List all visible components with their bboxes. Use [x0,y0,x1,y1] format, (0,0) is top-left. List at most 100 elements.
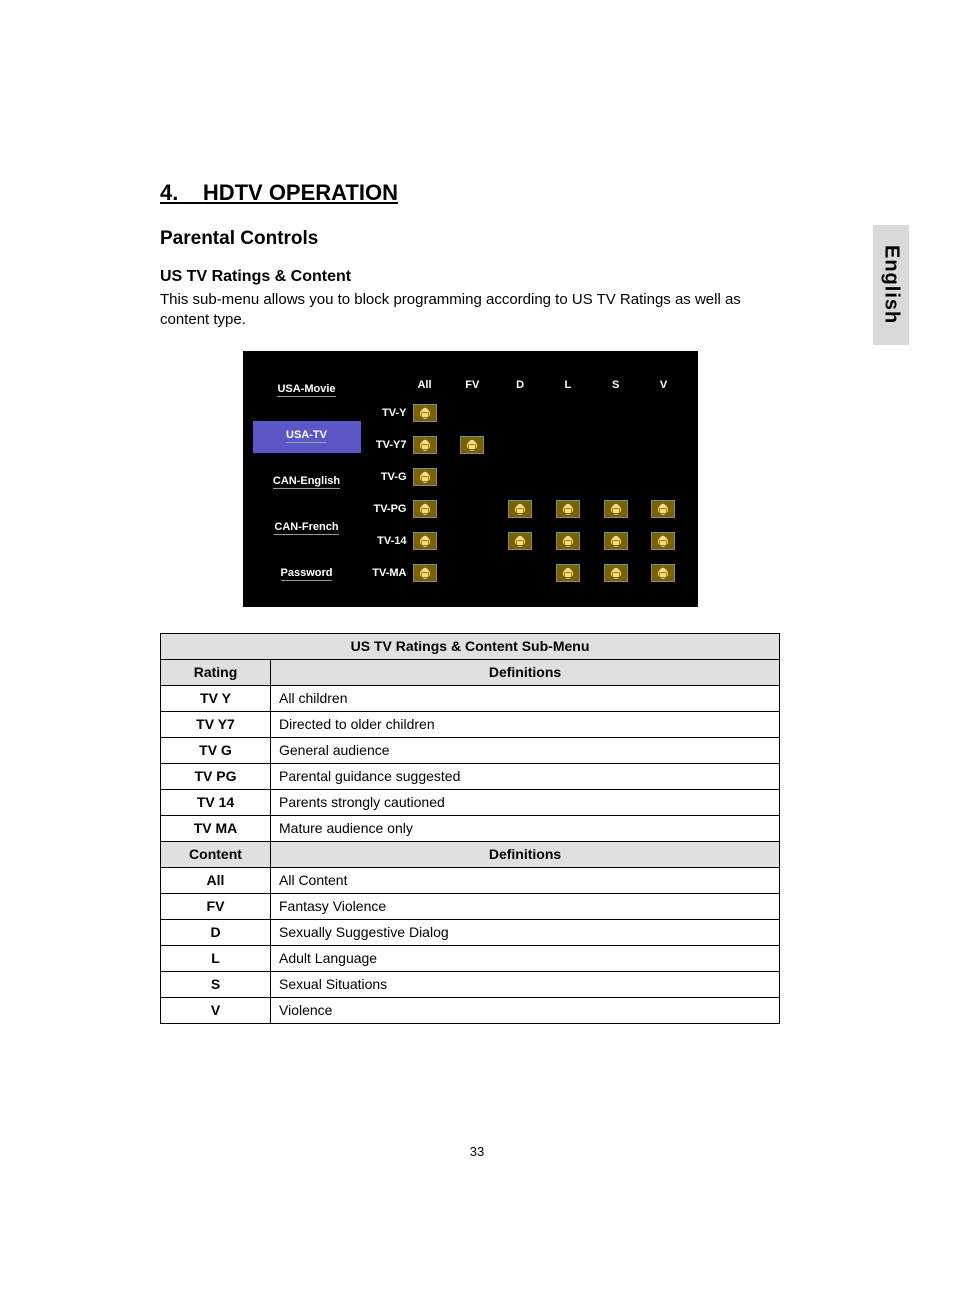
lock-icon [651,564,675,582]
empty-cell [508,436,532,454]
rating-code: TV G [161,737,271,763]
osd-sidebar-label: USA-TV [286,429,327,443]
lock-icon [604,564,628,582]
osd-col-header: All [413,379,437,391]
lock-icon [651,532,675,550]
rating-row: TV 14Parents strongly cautioned [161,789,780,815]
lock-icon [508,500,532,518]
osd-col-header: FV [460,379,484,391]
osd-grid-row: TV-14 [365,525,676,557]
osd-sidebar-item: USA-TV [253,421,361,453]
content-row: LAdult Language [161,945,780,971]
rating-code: TV PG [161,763,271,789]
content-code: FV [161,893,271,919]
osd-sidebar-item: CAN-French [253,513,361,545]
osd-sidebar-label: Password [281,567,333,581]
osd-sidebar-label: USA-Movie [277,383,335,397]
content-code: L [161,945,271,971]
def-col-header: Definitions [271,659,780,685]
lock-icon [604,500,628,518]
osd-col-header: D [508,379,532,391]
empty-cell [460,468,484,486]
section-title-text: HDTV OPERATION [203,180,398,205]
content-row: AllAll Content [161,867,780,893]
subsection-heading: Parental Controls [160,228,780,250]
content-def: Adult Language [271,945,780,971]
page-number: 33 [0,1144,954,1159]
topic-heading: US TV Ratings & Content [160,268,780,286]
rating-row: TV MAMature audience only [161,815,780,841]
empty-cell [508,564,532,582]
empty-cell [460,404,484,422]
content-row: VViolence [161,997,780,1023]
lock-icon [556,500,580,518]
osd-row-label: TV-G [365,471,413,483]
osd-sidebar: USA-Movie USA-TV CAN-English CAN-French Pass… [253,375,361,591]
empty-cell [556,468,580,486]
lock-icon [413,404,437,422]
empty-cell [604,404,628,422]
content-code: D [161,919,271,945]
rating-def: General audience [271,737,780,763]
lock-icon [556,532,580,550]
osd-grid-row: TV-Y [365,397,676,429]
content-col-header: Content [161,841,271,867]
osd-screenshot: USA-Movie USA-TV CAN-English CAN-French Pass… [243,351,698,607]
osd-row-label: TV-MA [365,567,413,579]
osd-row-label: TV-Y7 [365,439,413,451]
rating-row: TV YAll children [161,685,780,711]
osd-sidebar-item: USA-Movie [253,375,361,407]
rating-def: Parents strongly cautioned [271,789,780,815]
empty-cell [460,532,484,550]
rating-col-header: Rating [161,659,271,685]
osd-grid-header: All FV D L S V [365,375,676,395]
osd-col-header: S [604,379,628,391]
section-number: 4. [160,180,178,205]
osd-col-header: V [651,379,675,391]
empty-cell [651,468,675,486]
lock-icon [413,468,437,486]
intro-text: This sub-menu allows you to block progra… [160,290,780,331]
osd-row-label: TV-14 [365,535,413,547]
content-code: S [161,971,271,997]
empty-cell [651,404,675,422]
rating-row: TV PGParental guidance suggested [161,763,780,789]
content-def: All Content [271,867,780,893]
section-heading: 4. HDTV OPERATION [160,180,780,206]
osd-grid-row: TV-Y7 [365,429,676,461]
osd-sidebar-label: CAN-French [274,521,338,535]
content-def: Sexually Suggestive Dialog [271,919,780,945]
osd-row-label: TV-Y [365,407,413,419]
content-row: FVFantasy Violence [161,893,780,919]
language-label: English [880,245,903,324]
rating-code: TV Y [161,685,271,711]
empty-cell [604,468,628,486]
empty-cell [460,500,484,518]
osd-row-label: TV-PG [365,503,413,515]
rating-code: TV 14 [161,789,271,815]
content-def: Sexual Situations [271,971,780,997]
def-col-header-2: Definitions [271,841,780,867]
rating-code: TV Y7 [161,711,271,737]
empty-cell [556,404,580,422]
empty-cell [460,564,484,582]
osd-sidebar-item: CAN-English [253,467,361,499]
rating-code: TV MA [161,815,271,841]
rating-def: Parental guidance suggested [271,763,780,789]
empty-cell [508,404,532,422]
osd-grid-row: TV-G [365,461,676,493]
osd-grid-row: TV-MA [365,557,676,589]
osd-col-header: L [556,379,580,391]
empty-cell [604,436,628,454]
def-table-title: US TV Ratings & Content Sub-Menu [161,633,780,659]
osd-grid: All FV D L S V TV-Y TV-Y7 TV-G TV-PG TV-14 TV-MA [365,375,676,591]
manual-page: English 4. HDTV OPERATION Parental Contr… [0,0,954,1309]
empty-cell [651,436,675,454]
empty-cell [556,436,580,454]
language-tab: English [873,225,909,345]
content-def: Violence [271,997,780,1023]
lock-icon [413,436,437,454]
lock-icon [460,436,484,454]
content-row: SSexual Situations [161,971,780,997]
osd-sidebar-label: CAN-English [273,475,340,489]
